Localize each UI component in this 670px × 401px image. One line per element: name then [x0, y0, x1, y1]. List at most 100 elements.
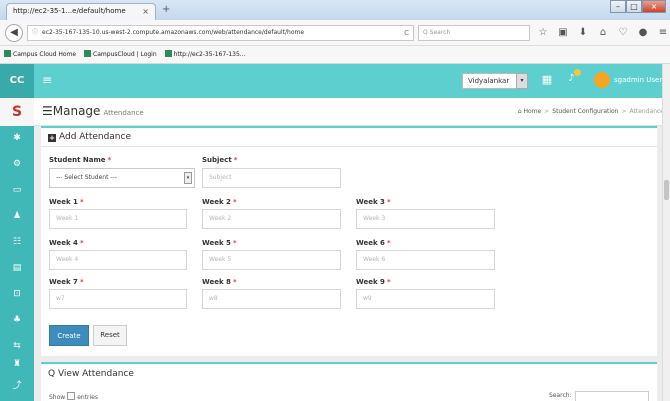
bookmark-item[interactable]: CampusCloud | Login: [84, 46, 157, 63]
download-icon[interactable]: ⬇: [577, 26, 589, 40]
sidebar: S ✱ ⚙ ▭ ♟ ☷ ▤ ⊡ ♣ ⇆ ♜ ⤴: [0, 98, 34, 401]
card-header: Q View Attendance: [48, 368, 134, 380]
week-9-input[interactable]: w9: [356, 289, 495, 309]
browser-tab[interactable]: http://ec2-35-1...e/default/home ×: [6, 3, 156, 20]
avatar[interactable]: [594, 72, 610, 88]
tab-close-icon[interactable]: ×: [142, 4, 149, 19]
breadcrumb-separator: >: [544, 108, 550, 115]
week-8-label: Week 8 *: [202, 278, 237, 286]
sidebar-item-dashboard-icon[interactable]: ✱: [0, 128, 34, 148]
home-icon: ⌂: [517, 108, 522, 115]
extension-icon[interactable]: ●: [637, 26, 649, 40]
page-title: ☰Manage Attendance: [42, 103, 144, 121]
week-1-input[interactable]: Week 1: [49, 209, 187, 229]
sidebar-item-calendar-icon[interactable]: ▭: [0, 180, 34, 200]
week-2-label: Week 2 *: [202, 198, 237, 206]
url-text: ec2-35-167-135-10.us-west-2.compute.amaz…: [42, 29, 305, 36]
show-label: Show: [49, 394, 66, 401]
reset-button[interactable]: Reset: [93, 325, 127, 346]
page-scrollbar[interactable]: [662, 64, 670, 401]
week-3-input[interactable]: Week 3: [356, 209, 495, 229]
week-7-input[interactable]: w7: [49, 289, 187, 309]
entries-select[interactable]: [67, 392, 76, 400]
bookmark-favicon-icon: [84, 50, 92, 57]
card-header: + Add Attendance: [41, 128, 657, 147]
week-5-input[interactable]: Week 5: [202, 250, 341, 270]
table-search-label: Search:: [549, 392, 572, 399]
bookmark-label: Campus Cloud Home: [13, 51, 77, 58]
week-2-input[interactable]: Week 2: [202, 209, 341, 229]
sidebar-item-code-icon[interactable]: ⊡: [0, 284, 34, 304]
student-name-label: Student Name *: [49, 156, 112, 164]
bookmark-label: http://ec2-35-167-135...: [173, 51, 246, 58]
create-button[interactable]: Create: [49, 325, 89, 346]
week-1-label: Week 1 *: [49, 198, 84, 206]
site-info-icon[interactable]: ⓘ: [32, 29, 38, 36]
bookmark-favicon-icon: [4, 50, 11, 57]
browser-menu-icon[interactable]: ≡: [657, 26, 669, 40]
reload-icon[interactable]: C: [404, 26, 409, 40]
notification-badge: [574, 69, 581, 76]
page-header: ☰Manage Attendance ⌂ Home > Student Configu…: [34, 98, 670, 126]
week-6-input[interactable]: Week 6: [356, 250, 495, 270]
app-header: CC ≡ Vidyalankar ▾ ▦ ♪ sgadmin User: [0, 64, 670, 98]
sidebar-item-group-icon[interactable]: ☷: [0, 232, 34, 252]
sidebar-item-user-icon[interactable]: ♟: [0, 206, 34, 226]
week-5-label: Week 5 *: [202, 239, 237, 247]
menu-toggle-icon[interactable]: ≡: [42, 73, 52, 87]
sidebar-item-transfer-icon[interactable]: ⇆: [0, 336, 34, 356]
breadcrumb-attendance: Attendance: [629, 108, 664, 115]
table-search-input[interactable]: [575, 391, 649, 401]
main-content: ☰Manage Attendance ⌂ Home > Student Configu…: [34, 98, 670, 401]
pocket-icon[interactable]: ♡: [617, 26, 629, 40]
new-tab-button[interactable]: +: [162, 4, 170, 16]
view-attendance-card: Q View Attendance Show entries Search:: [41, 362, 657, 401]
sidebar-item-person-icon[interactable]: ♣: [0, 310, 34, 330]
back-icon[interactable]: ◀: [5, 24, 23, 42]
week-4-label: Week 4 *: [49, 239, 84, 247]
week-6-label: Week 6 *: [356, 239, 391, 247]
entries-label: entries: [77, 394, 99, 401]
reading-list-icon[interactable]: ▣: [557, 26, 569, 40]
week-3-label: Week 3 *: [356, 198, 391, 206]
bookmark-item[interactable]: Campus Cloud Home: [4, 46, 76, 63]
home-icon[interactable]: ⌂: [597, 26, 609, 40]
week-4-input[interactable]: Week 4: [49, 250, 187, 270]
user-name[interactable]: sgadmin User: [614, 74, 662, 86]
subject-input[interactable]: Subject: [202, 168, 341, 188]
bookmark-item[interactable]: http://ec2-35-167-135...: [164, 46, 246, 63]
chevron-down-icon[interactable]: ▾: [516, 73, 528, 89]
student-select[interactable]: --- Select Student --- ▾: [49, 168, 195, 188]
minimize-button[interactable]: –: [610, 0, 626, 13]
browser-search-input[interactable]: Q Search: [418, 25, 530, 41]
close-window-button[interactable]: ×: [642, 0, 666, 13]
page-subtitle: Attendance: [103, 109, 144, 117]
toolbar-icons: ☆ ▣ ⬇ ⌂ ♡ ● ≡: [537, 26, 669, 40]
grid-icon[interactable]: ▦: [540, 73, 554, 87]
tab-strip: http://ec2-35-1...e/default/home × + – □…: [0, 0, 670, 20]
tab-title: http://ec2-35-1...e/default/home: [13, 7, 126, 15]
week-8-input[interactable]: w8: [202, 289, 341, 309]
breadcrumb-student-configuration[interactable]: Student Configuration: [552, 108, 618, 115]
sidebar-item-chart-icon[interactable]: ⤴: [0, 376, 34, 396]
address-bar[interactable]: ⓘ ec2-35-167-135-10.us-west-2.compute.ama…: [27, 25, 414, 41]
maximize-button[interactable]: □: [626, 0, 642, 13]
card-title: View Attendance: [57, 369, 134, 379]
subject-label: Subject *: [202, 156, 238, 164]
sidebar-item-building-icon[interactable]: ♜: [0, 354, 34, 374]
sidebar-logo[interactable]: S: [0, 98, 34, 126]
bookmark-star-icon[interactable]: ☆: [537, 26, 549, 40]
chevron-down-icon[interactable]: ▾: [184, 172, 192, 184]
browser-navbar: ◀ ⓘ ec2-35-167-135-10.us-west-2.compute.a…: [0, 20, 670, 46]
breadcrumb: ⌂ Home > Student Configuration > Attendance: [518, 107, 664, 117]
page-title-text: Manage: [52, 104, 101, 118]
search-icon: Q: [48, 369, 56, 379]
scrollbar-thumb[interactable]: [664, 180, 669, 200]
list-icon: ☰: [42, 104, 53, 118]
sidebar-item-list-icon[interactable]: ▤: [0, 258, 34, 278]
week-9-label: Week 9 *: [356, 278, 391, 286]
sidebar-item-settings-icon[interactable]: ⚙: [0, 154, 34, 174]
app-brand[interactable]: CC: [0, 64, 34, 98]
breadcrumb-home[interactable]: Home: [524, 108, 542, 115]
window-controls: – □ ×: [610, 0, 666, 14]
